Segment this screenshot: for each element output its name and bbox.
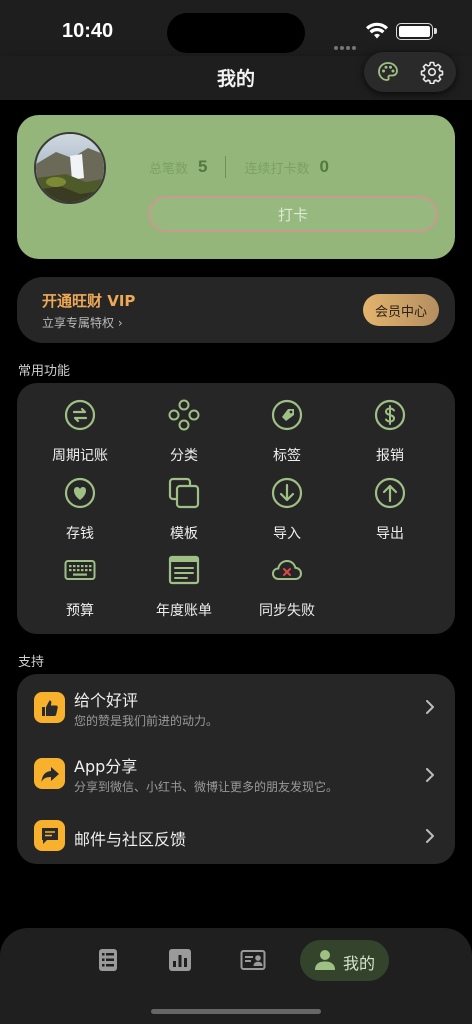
streak-value: 0 [319,157,329,176]
chart-icon[interactable] [168,948,192,972]
status-time: 10:40 [62,20,114,42]
export-icon [374,477,406,509]
recurring-icon [64,399,96,431]
share-app-row[interactable]: App分享 分享到微信、小红书、微博让更多的朋友发现它。 [17,740,455,806]
share-app-subtitle: 分享到微信、小红书、微博让更多的朋友发现它。 [74,780,339,794]
share-icon [34,758,65,789]
func-import[interactable]: 导入 [237,477,337,547]
tab-mine-label: 我的 [343,954,376,973]
dynamic-island [167,13,305,53]
gear-icon[interactable] [420,60,444,84]
total-count-value: 5 [198,157,208,176]
func-label: 同步失败 [259,603,315,619]
func-sync-failed[interactable]: 同步失败 [237,554,337,624]
func-label: 分类 [170,448,198,464]
support-section-title: 支持 [18,655,45,670]
func-export[interactable]: 导出 [340,477,440,547]
category-icon [168,399,200,431]
top-actions [364,52,456,92]
wifi-icon [366,22,388,39]
tab-mine[interactable]: 我的 [300,940,389,981]
vip-subtitle[interactable]: 立享专属特权 › [42,314,123,331]
func-label: 导出 [376,526,404,542]
func-label: 年度账单 [156,603,212,619]
functions-grid: 周期记账 分类 标签 报销 存钱 模板 导入 导出 预算 年度账单 同步失败 [17,383,455,634]
func-annual-bill[interactable]: 年度账单 [134,554,234,624]
vip-title: 开通旺财 VIP [42,292,136,310]
profile-card: 总笔数 5 连续打卡数 0 打卡 [17,115,455,259]
signal-dots-icon [334,35,360,50]
func-label: 预算 [66,603,94,619]
chevron-right-icon [426,700,434,714]
rate-app-subtitle: 您的赞是我们前进的动力。 [74,714,219,728]
func-recurring[interactable]: 周期记账 [30,399,130,469]
palette-icon[interactable] [376,60,400,84]
func-label: 导入 [273,526,301,542]
func-reimburse[interactable]: 报销 [340,399,440,469]
tag-icon [271,399,303,431]
avatar[interactable] [34,132,106,204]
status-bar: 10:40 [0,0,472,56]
sync-failed-icon [271,559,303,580]
func-label: 报销 [376,448,404,464]
import-icon [271,477,303,509]
savings-icon [64,477,96,509]
share-app-title: App分享 [74,757,138,776]
checkin-button[interactable]: 打卡 [148,196,438,232]
functions-section-title: 常用功能 [18,364,71,379]
reimburse-icon [374,399,406,431]
func-tag[interactable]: 标签 [237,399,337,469]
func-label: 周期记账 [52,448,108,464]
func-category[interactable]: 分类 [134,399,234,469]
keyboard-icon [64,560,96,580]
func-template[interactable]: 模板 [134,477,234,547]
chevron-right-icon [426,829,434,843]
list-icon[interactable] [97,948,119,972]
header: 我的 [0,52,472,100]
streak-label: 连续打卡数 [244,161,310,177]
annual-bill-icon [168,555,200,585]
feedback-icon [34,820,65,851]
home-indicator [151,1009,321,1014]
total-count-label: 总笔数 [149,161,189,177]
rate-app-row[interactable]: 给个好评 您的赞是我们前进的动力。 [17,674,455,738]
account-card-icon[interactable] [240,948,266,972]
feedback-row[interactable]: 邮件与社区反馈 [17,806,455,864]
vip-banner[interactable]: 开通旺财 VIP 立享专属特权 › 会员中心 [17,277,455,343]
member-center-button[interactable]: 会员中心 [363,294,439,326]
func-label: 模板 [170,526,198,542]
func-label: 标签 [273,448,301,464]
func-label: 存钱 [66,526,94,542]
func-budget[interactable]: 预算 [30,554,130,624]
chevron-right-icon [426,768,434,782]
feedback-title: 邮件与社区反馈 [74,830,187,849]
battery-icon [396,23,437,40]
stats: 总笔数 5 连续打卡数 0 [149,155,329,179]
func-savings[interactable]: 存钱 [30,477,130,547]
template-icon [168,477,200,509]
person-icon [315,950,335,970]
support-list: 给个好评 您的赞是我们前进的动力。 App分享 分享到微信、小红书、微博让更多的… [17,674,455,864]
thumbs-up-icon [34,692,65,723]
stat-divider [225,156,227,178]
rate-app-title: 给个好评 [74,691,139,710]
tab-bar: 我的 [0,928,472,1024]
